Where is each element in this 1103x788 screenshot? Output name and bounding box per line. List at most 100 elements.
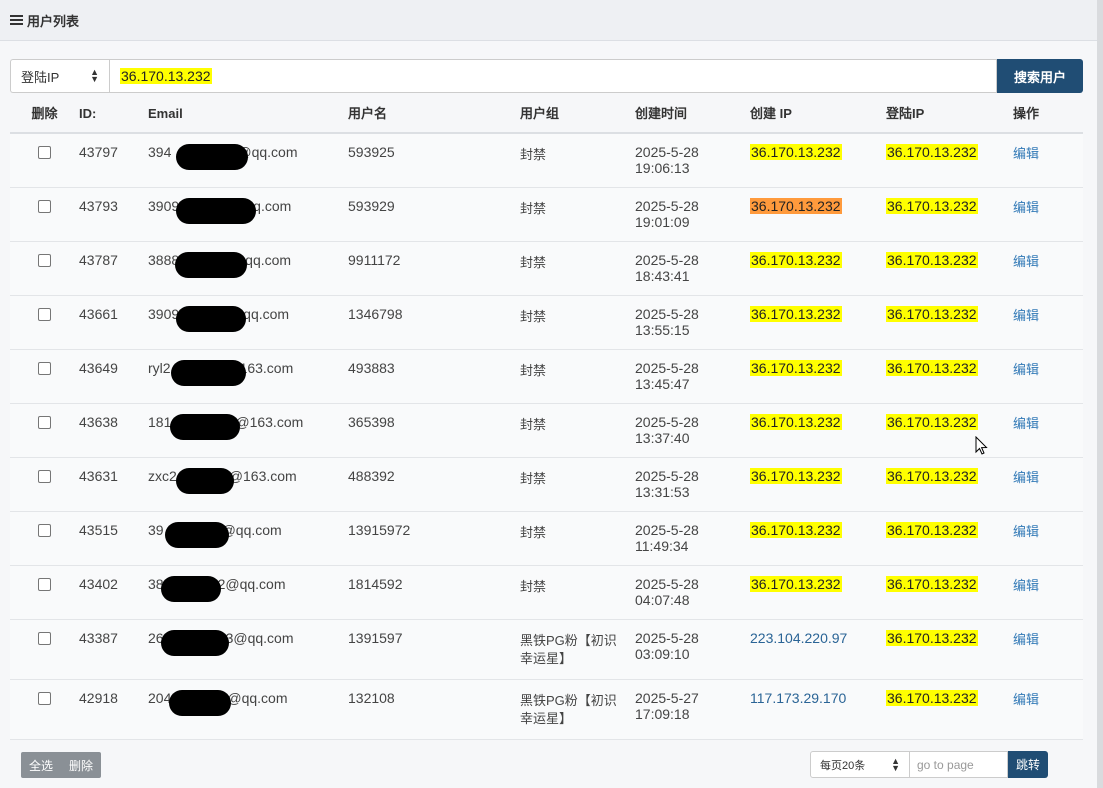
user-email: ryl2 163.com bbox=[148, 350, 348, 403]
page-title: 用户列表 bbox=[27, 13, 80, 29]
username: 9911172 bbox=[348, 252, 401, 268]
row-checkbox[interactable] bbox=[38, 146, 51, 159]
email-prefix: 204 bbox=[148, 690, 172, 706]
row-checkbox-cell bbox=[10, 350, 79, 403]
row-checkbox[interactable] bbox=[38, 632, 51, 645]
created-clock: 19:06:13 bbox=[635, 160, 690, 176]
table-row: 43787 3888 qq.com 9911172 封禁 2025-5-28 18:43:4… bbox=[10, 242, 1083, 296]
search-input[interactable]: 36.170.13.232 bbox=[109, 59, 997, 93]
user-group: 封禁 bbox=[520, 255, 547, 270]
row-checkbox[interactable] bbox=[38, 470, 51, 483]
create-ip-value: 36.170.13.232 bbox=[750, 522, 842, 538]
username: 1346798 bbox=[348, 306, 403, 322]
table-row: 43631 zxc2 @163.com 488392 封禁 2025-5-28 13:31:… bbox=[10, 458, 1083, 512]
row-checkbox[interactable] bbox=[38, 308, 51, 321]
created-date: 2025-5-28 bbox=[635, 576, 699, 592]
jump-button[interactable]: 跳转 bbox=[1008, 751, 1048, 778]
edit-link[interactable]: 编辑 bbox=[1013, 680, 1083, 739]
header-op: 操作 bbox=[1013, 106, 1040, 121]
email-prefix: 3909 bbox=[148, 306, 180, 322]
create-ip-value: 36.170.13.232 bbox=[750, 252, 842, 268]
header-group: 用户组 bbox=[520, 106, 560, 121]
created-time: 2025-5-28 19:01:09 bbox=[635, 188, 750, 241]
login-ip-value: 36.170.13.232 bbox=[886, 414, 978, 430]
row-checkbox[interactable] bbox=[38, 578, 51, 591]
edit-link[interactable]: 编辑 bbox=[1013, 458, 1083, 511]
login-ip: 36.170.13.232 bbox=[886, 188, 1013, 241]
row-checkbox[interactable] bbox=[38, 692, 51, 705]
user-id: 42918 bbox=[79, 690, 118, 706]
row-checkbox[interactable] bbox=[38, 254, 51, 267]
created-clock: 13:55:15 bbox=[635, 322, 690, 338]
row-checkbox[interactable] bbox=[38, 524, 51, 537]
table-row: 43387 26 3@qq.com 1391597 黑铁PG粉【初识幸运星】 2025-5… bbox=[10, 620, 1083, 680]
edit-link[interactable]: 编辑 bbox=[1013, 296, 1083, 349]
edit-link[interactable]: 编辑 bbox=[1013, 404, 1083, 457]
created-date: 2025-5-28 bbox=[635, 522, 699, 538]
created-clock: 19:01:09 bbox=[635, 214, 690, 230]
row-checkbox[interactable] bbox=[38, 200, 51, 213]
username: 13915972 bbox=[348, 522, 411, 538]
login-ip: 36.170.13.232 bbox=[886, 620, 1013, 679]
user-id: 43402 bbox=[79, 576, 118, 592]
email-prefix: 394 bbox=[148, 144, 172, 160]
create-ip-value: 36.170.13.232 bbox=[750, 576, 842, 592]
create-ip-value: 36.170.13.232 bbox=[750, 414, 842, 430]
create-ip: 117.173.29.170 bbox=[750, 680, 886, 739]
search-users-button[interactable]: 搜索用户 bbox=[997, 59, 1083, 93]
sort-arrows-icon: ▲ ▼ bbox=[90, 67, 99, 84]
edit-link[interactable]: 编辑 bbox=[1013, 350, 1083, 403]
login-ip: 36.170.13.232 bbox=[886, 680, 1013, 739]
edit-link[interactable]: 编辑 bbox=[1013, 134, 1083, 187]
user-id: 43787 bbox=[79, 252, 118, 268]
created-time: 2025-5-28 13:37:40 bbox=[635, 404, 750, 457]
create-ip: 36.170.13.232 bbox=[750, 404, 886, 457]
edit-link[interactable]: 编辑 bbox=[1013, 620, 1083, 679]
per-page-select[interactable]: 每页20条 ▲ ▼ bbox=[810, 751, 910, 778]
email-prefix: zxc2 bbox=[148, 468, 177, 484]
row-checkbox[interactable] bbox=[38, 416, 51, 429]
edit-link[interactable]: 编辑 bbox=[1013, 188, 1083, 241]
table-row: 43793 3909 q.com 593929 封禁 2025-5-28 19:01:09 3… bbox=[10, 188, 1083, 242]
login-ip: 36.170.13.232 bbox=[886, 134, 1013, 187]
user-id: 43661 bbox=[79, 306, 118, 322]
goto-page-input[interactable]: go to page bbox=[910, 751, 1008, 778]
redaction-mark bbox=[161, 630, 229, 656]
created-clock: 04:07:48 bbox=[635, 592, 690, 608]
created-time: 2025-5-28 18:43:41 bbox=[635, 242, 750, 295]
edit-link[interactable]: 编辑 bbox=[1013, 242, 1083, 295]
user-group: 封禁 bbox=[520, 525, 547, 540]
created-clock: 11:49:34 bbox=[635, 538, 689, 554]
user-group: 黑铁PG粉【初识幸运星】 bbox=[520, 633, 617, 666]
login-ip: 36.170.13.232 bbox=[886, 350, 1013, 403]
table-body: 43797 394 @qq.com 593925 封禁 2025-5-28 19:06:13… bbox=[10, 134, 1083, 740]
panel-header: 用户列表 bbox=[0, 0, 1103, 41]
created-clock: 13:37:40 bbox=[635, 430, 690, 446]
search-field-select[interactable]: 登陆IP ▲ ▼ bbox=[10, 59, 109, 93]
redaction-mark bbox=[169, 690, 231, 716]
header-created: 创建时间 bbox=[635, 106, 688, 121]
redaction-mark bbox=[161, 576, 221, 602]
create-ip-value: 36.170.13.232 bbox=[750, 360, 842, 376]
user-email: 3909 qq.com bbox=[148, 296, 348, 349]
login-ip: 36.170.13.232 bbox=[886, 566, 1013, 619]
edit-link[interactable]: 编辑 bbox=[1013, 512, 1083, 565]
bulk-delete-button[interactable]: 删除 bbox=[69, 757, 93, 774]
login-ip: 36.170.13.232 bbox=[886, 296, 1013, 349]
row-checkbox-cell bbox=[10, 512, 79, 565]
user-email: 394 @qq.com bbox=[148, 134, 348, 187]
select-all-button[interactable]: 全选 bbox=[29, 757, 53, 774]
header-create-ip: 创建 IP bbox=[750, 106, 792, 121]
user-group: 封禁 bbox=[520, 201, 547, 216]
table-row: 43638 181 @163.com 365398 封禁 2025-5-28 13:37:4… bbox=[10, 404, 1083, 458]
scrollbar-track[interactable] bbox=[1097, 0, 1103, 788]
email-suffix: 3@qq.com bbox=[225, 630, 294, 646]
edit-link[interactable]: 编辑 bbox=[1013, 566, 1083, 619]
created-date: 2025-5-28 bbox=[635, 360, 699, 376]
user-email: 181 @163.com bbox=[148, 404, 348, 457]
email-suffix: @163.com bbox=[235, 414, 304, 430]
user-group: 封禁 bbox=[520, 579, 547, 594]
create-ip: 36.170.13.232 bbox=[750, 512, 886, 565]
row-checkbox[interactable] bbox=[38, 362, 51, 375]
create-ip-value: 36.170.13.232 bbox=[750, 306, 842, 322]
